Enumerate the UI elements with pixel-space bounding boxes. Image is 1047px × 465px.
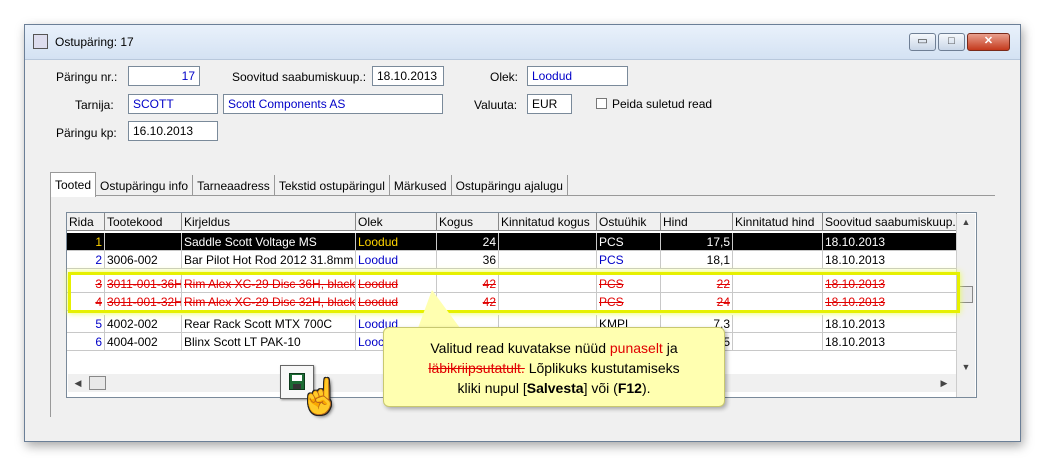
scroll-left-arrow-icon[interactable]: ◀ [70,374,86,392]
cell-soovitud: 18.10.2013 [823,333,957,351]
cell-kirjeldus: Saddle Scott Voltage MS [182,233,356,251]
cell-olek: Loodud [356,251,437,269]
col-header-hind[interactable]: Hind [661,213,733,231]
tarnija-name-field[interactable]: Scott Components AS [223,94,443,114]
cell-kinnitatud-hind [733,333,823,351]
cell-kogus: 36 [437,251,499,269]
minimize-button[interactable]: ▭ [909,33,936,51]
valuuta-field[interactable]: EUR [527,94,572,114]
col-header-kirjeldus[interactable]: Kirjeldus [182,213,356,231]
cell-tootekood: 3006-002 [105,251,182,269]
maximize-button[interactable]: □ [938,33,965,51]
cell-ostuuhik: PCS [597,233,661,251]
window-title: Ostupäring: 17 [55,35,134,49]
tab-tekstid[interactable]: Tekstid ostupäringul [275,175,390,195]
horizontal-scroll-thumb[interactable] [89,376,106,390]
soovitud-date-field[interactable]: 18.10.2013 [372,66,444,86]
cell-kirjeldus: Blinx Scott LT PAK-10 [182,333,356,351]
col-header-soovitud[interactable]: Soovitud saabumiskuup. [823,213,957,231]
cell-rida: 2 [67,251,105,269]
paringu-nr-field[interactable]: 17 [128,66,200,86]
scroll-down-arrow-icon[interactable]: ▼ [957,359,975,375]
tarnija-code-field[interactable]: SCOTT [128,94,218,114]
col-header-kinnitatud-kogus[interactable]: Kinnitatud kogus [499,213,597,231]
callout-text-4: kliki nupul [ [457,380,527,396]
cell-soovitud: 18.10.2013 [823,251,957,269]
tab-tarneaadress[interactable]: Tarneaadress [193,175,275,195]
olek-label: Olek: [490,70,519,84]
callout-text-3: Lõplikuks kustutamiseks [524,360,680,376]
scroll-up-arrow-icon[interactable]: ▲ [957,214,975,230]
cell-rida: 6 [67,333,105,351]
close-button[interactable]: ✕ [967,33,1010,51]
tab-tooted[interactable]: Tooted [50,172,97,197]
cell-hind: 18,1 [661,251,733,269]
col-header-tootekood[interactable]: Tootekood [105,213,182,231]
hand-pointer-icon: ☝ [299,378,342,416]
cell-kirjeldus: Rear Rack Scott MTX 700C [182,315,356,333]
tab-markused[interactable]: Märkused [390,175,452,195]
cell-ostuuhik: PCS [597,251,661,269]
cell-kinnitatud-hind [733,315,823,333]
col-header-olek[interactable]: Olek [356,213,437,231]
peida-suletud-label: Peida suletud read [612,97,713,111]
callout-text-2: ja [662,340,678,356]
cell-kogus: 24 [437,233,499,251]
callout-text-6: ). [641,380,651,396]
col-header-ostuuhik[interactable]: Ostuühik [597,213,661,231]
cell-kirjeldus: Bar Pilot Hot Rod 2012 31.8mm Bl [182,251,356,269]
cell-kinnitatud-kogus [499,233,597,251]
olek-field[interactable]: Loodud [527,66,628,86]
peida-suletud-checkbox[interactable] [596,98,607,109]
title-bar: Ostupäring: 17 ▭ □ ✕ [25,25,1020,60]
cell-kinnitatud-kogus [499,251,597,269]
cell-rida: 5 [67,315,105,333]
cell-tootekood: 4002-002 [105,315,182,333]
valuuta-label: Valuuta: [474,98,518,112]
callout-f12: F12 [617,380,642,396]
info-callout: Valitud read kuvatakse nüüd punaselt ja … [383,327,725,407]
tab-ajalugu[interactable]: Ostupäringu ajalugu [452,175,568,195]
app-icon [33,34,48,49]
tarnija-label: Tarnija: [75,98,114,112]
callout-text-1: Valitud read kuvatakse nüüd [430,340,610,356]
col-header-kinnitatud-hind[interactable]: Kinnitatud hind [733,213,823,231]
callout-salvesta: Salvesta [526,380,584,396]
tab-strip: Tooted Ostupäringu info Tarneaadress Tek… [50,172,568,197]
cell-rida: 1 [67,233,105,251]
paringu-kp-field[interactable]: 16.10.2013 [128,121,218,141]
callout-red-word: punaselt [609,340,663,356]
tab-ostuparingu-info[interactable]: Ostupäringu info [96,175,194,195]
col-header-kogus[interactable]: Kogus [437,213,499,231]
cell-tootekood [105,233,182,251]
col-header-rida[interactable]: Rida [67,213,105,231]
deleted-rows-highlight [68,272,960,313]
paringu-kp-label: Päringu kp: [56,126,117,140]
cell-hind: 17,5 [661,233,733,251]
scroll-right-arrow-icon[interactable]: ▶ [936,374,952,392]
cell-soovitud: 18.10.2013 [823,315,957,333]
callout-strike-word: läbikriipsutatult. [428,360,525,376]
paringu-nr-label: Päringu nr.: [56,70,118,84]
callout-text-5: ] või ( [583,380,618,396]
cell-kinnitatud-hind [733,233,823,251]
cell-olek: Loodud [356,233,437,251]
cell-tootekood: 4004-002 [105,333,182,351]
cell-soovitud: 18.10.2013 [823,233,957,251]
cell-kinnitatud-hind [733,251,823,269]
vertical-scroll-thumb[interactable] [958,286,973,303]
callout-tail [418,290,460,328]
soovitud-label: Soovitud saabumiskuup.: [232,70,367,84]
